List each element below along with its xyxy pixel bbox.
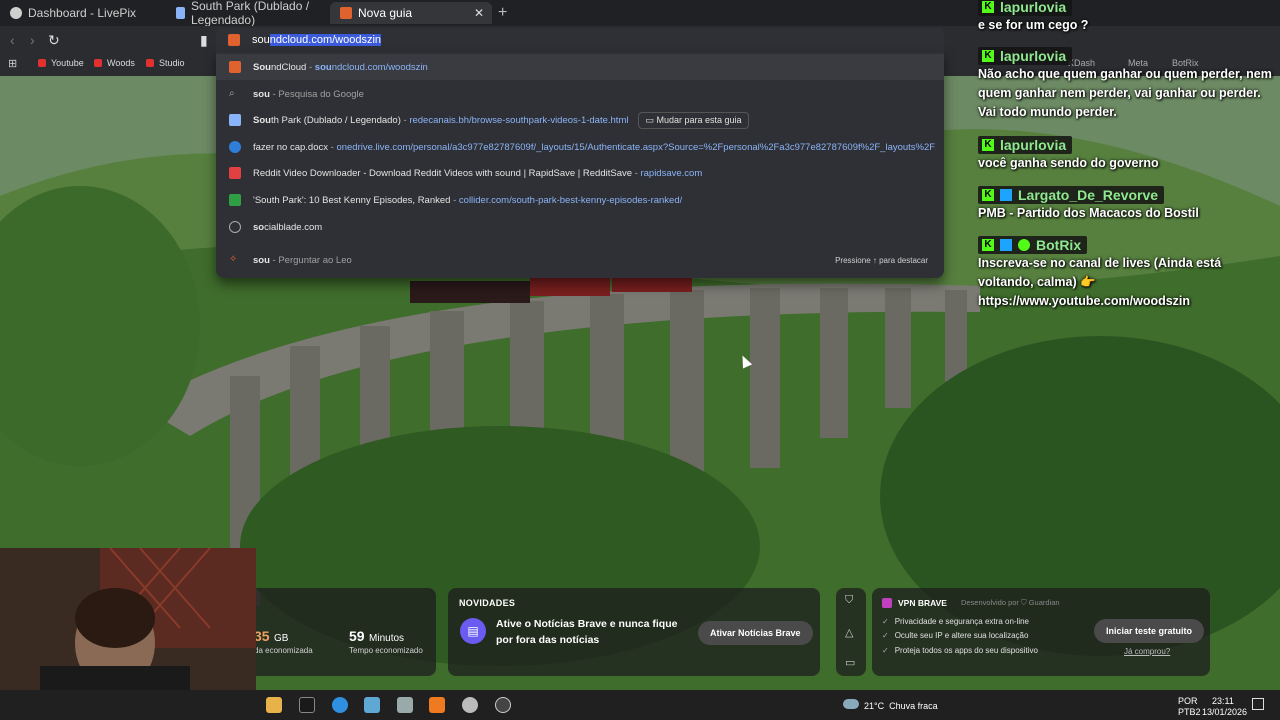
reload-icon[interactable]: ↻ [48, 32, 60, 49]
brave-news-panel: NOVIDADES ▤ Ative o Notícias Brave e nun… [448, 588, 820, 676]
already-bought-link[interactable]: Já comprou? [1124, 647, 1170, 656]
app-icon[interactable] [299, 697, 315, 713]
clock-date[interactable]: 13/01/2026 [1202, 707, 1247, 717]
collider-icon [229, 194, 241, 206]
brave-stats-panel: 35 GB da economizada 59 Minutos Tempo ec… [246, 588, 436, 676]
search-icon: ⌕ [229, 88, 235, 99]
livepix-favicon-icon [10, 7, 22, 19]
suggestion-collider[interactable]: 'South Park': 10 Best Kenny Episodes, Ra… [216, 187, 944, 213]
kick-badge-icon: K [982, 1, 994, 13]
tab-title: Dashboard - LivePix [28, 6, 137, 20]
brave-vpn-panel: VPN BRAVE Desenvolvido por ⛉ Guardian ✓ P… [872, 588, 1210, 676]
site-favicon-icon [229, 114, 241, 126]
youtube-icon [94, 59, 102, 67]
suggestion-rapidsave[interactable]: Reddit Video Downloader - Download Reddi… [216, 160, 944, 186]
suggestion-onedrive[interactable]: fazer no cap.docx - onedrive.live.com/pe… [216, 134, 944, 160]
tab-nova-guia[interactable]: Nova guia ✕ [330, 2, 492, 24]
chat-username-pill: K BotRix [978, 236, 1088, 254]
webcam-overlay [0, 548, 256, 690]
new-tab-plus-icon[interactable]: + [498, 5, 507, 21]
tab-title: Nova guia [358, 6, 413, 20]
suggestion-ask-leo[interactable]: ✧ sou - Perguntar ao Leo Pressione ↑ par… [216, 247, 944, 273]
suggestion-soundcloud[interactable]: Sou ndCloud - soundcloud.com/woodszin [216, 54, 944, 80]
chat-username-pill: Klapurlovia [978, 136, 1073, 154]
tab-title: South Park (Dublado / Legendado) [191, 0, 310, 27]
leo-ai-icon: ✧ [229, 254, 238, 265]
activate-news-button[interactable]: Ativar Notícias Brave [698, 621, 813, 645]
shield-icon[interactable]: ⛉ [845, 594, 853, 607]
windows-taskbar: 21°C Chuva fraca POR PTB2 23:11 13/01/20… [0, 690, 1280, 720]
check-icon: ✓ [882, 631, 889, 641]
youtube-icon [38, 59, 46, 67]
omnibox-typed-text: sou [252, 34, 270, 46]
brave-favicon-icon [340, 7, 352, 19]
suggestion-google-search[interactable]: ⌕ sou - Pesquisa do Google [216, 81, 944, 107]
vpn-shield-icon [882, 598, 892, 608]
omnibox-suggestions: Sou ndCloud - soundcloud.com/woodszin ⌕ s… [216, 52, 944, 278]
verified-badge-icon [1000, 189, 1012, 201]
check-icon: ✓ [882, 616, 889, 626]
app-icon[interactable] [397, 697, 413, 713]
youtube-icon [146, 59, 154, 67]
globe-icon [229, 221, 241, 233]
tab-dashboard-livepix[interactable]: Dashboard - LivePix [0, 2, 166, 24]
kick-badge-icon: K [982, 50, 994, 62]
bookmark-icon[interactable]: ▮ [200, 32, 208, 49]
vlc-icon[interactable] [429, 697, 445, 713]
chat-message: Klapurlovia Não acho que quem ganhar ou … [978, 47, 1272, 119]
chat-username-pill: K Largato_De_Revorve [978, 186, 1165, 204]
triangle-icon[interactable]: △ [845, 626, 853, 639]
file-explorer-icon[interactable] [266, 697, 282, 713]
notepad-icon[interactable] [364, 697, 380, 713]
rapidsave-icon [229, 167, 241, 179]
omnibox-autocomplete-text: ndcloud.com/woodszin [269, 34, 382, 46]
kick-badge-icon: K [982, 139, 994, 151]
tab-south-park[interactable]: South Park (Dublado / Legendado) [166, 0, 330, 27]
bot-badge-icon [1018, 239, 1030, 251]
clock-time[interactable]: 23:11 [1212, 696, 1234, 706]
keyboard-layout[interactable]: PTB2 [1178, 707, 1201, 717]
suggestion-south-park[interactable]: Sou th Park (Dublado / Legendado) - redec… [216, 107, 944, 133]
stream-chat-overlay: Klapurlovia e se for um cego ? Klapurlov… [972, 0, 1280, 308]
weather-text[interactable]: 21°C Chuva fraca [864, 701, 938, 711]
omnibox[interactable]: sou ndcloud.com/woodszin [216, 28, 944, 52]
forward-arrow-icon[interactable]: › [30, 32, 35, 48]
check-icon: ✓ [882, 645, 889, 655]
start-free-trial-button[interactable]: Iniciar teste gratuito [1094, 619, 1205, 643]
language-indicator[interactable]: POR [1178, 696, 1198, 706]
bookmark-woods[interactable]: Woods [94, 58, 135, 68]
news-icon: ▤ [460, 618, 486, 644]
kick-badge-icon: K [982, 239, 994, 251]
onedrive-icon [229, 141, 241, 153]
vpn-feature: ✓ Oculte seu IP e altere sua localização [882, 631, 1029, 641]
chat-message: Klapurlovia e se for um cego ? [978, 0, 1089, 32]
chat-message: Klapurlovia você ganha sendo do governo [978, 136, 1159, 170]
obs-icon[interactable] [495, 697, 511, 713]
suggestion-socialblade[interactable]: so cialblade.com [216, 214, 944, 240]
back-arrow-icon[interactable]: ‹ [10, 32, 15, 48]
edge-icon[interactable] [332, 697, 348, 713]
site-favicon-icon [176, 7, 185, 19]
apps-grid-icon[interactable]: ⊞ [8, 57, 17, 70]
vpn-feature: ✓ Privacidade e segurança extra on-line [882, 616, 1030, 626]
bookmark-studio[interactable]: Studio [146, 58, 185, 68]
bookmark-youtube[interactable]: Youtube [38, 58, 84, 68]
app-icon[interactable] [462, 697, 478, 713]
close-tab-icon[interactable]: ✕ [474, 6, 484, 20]
notifications-icon[interactable] [1252, 698, 1264, 710]
weather-icon [843, 699, 859, 709]
chat-message: K BotRix Inscreva-se no canal de lives (A… [978, 236, 1222, 308]
chat-username-pill: Klapurlovia [978, 0, 1073, 16]
widget-side-column: ⛉ △ ▭ [836, 588, 866, 676]
suggestion-hint: Pressione ↑ para destacar [835, 255, 928, 265]
brave-shield-icon [228, 34, 240, 46]
chat-username-pill: Klapurlovia [978, 47, 1073, 65]
card-icon[interactable]: ▭ [845, 656, 855, 669]
kick-badge-icon: K [982, 189, 994, 201]
chat-message: K Largato_De_Revorve PMB - Partido dos Ma… [978, 186, 1199, 220]
verified-badge-icon [1000, 239, 1012, 251]
switch-to-tab-button[interactable]: ▭ Mudar para esta guia [638, 111, 749, 129]
vpn-feature: ✓ Proteja todos os apps do seu dispositiv… [882, 645, 1038, 655]
brave-icon [229, 61, 241, 73]
